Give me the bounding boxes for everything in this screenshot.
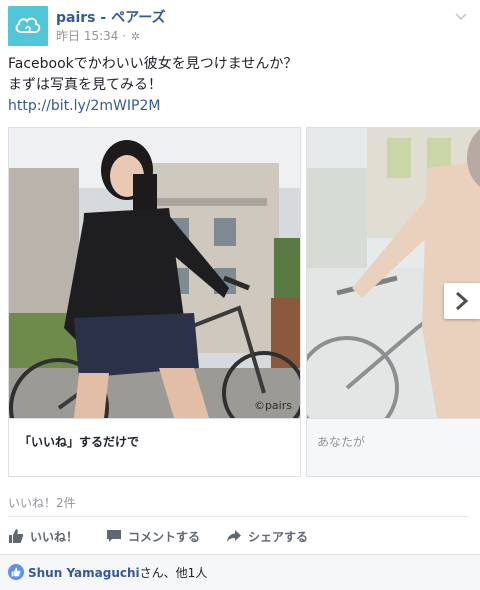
share-label: シェアする bbox=[248, 529, 309, 544]
comment-label: コメントする bbox=[128, 529, 201, 544]
reactions-rest: さん、他1人 bbox=[139, 566, 208, 580]
carousel-card[interactable]: ©pairs 「いいね」するだけで bbox=[8, 127, 301, 477]
page-avatar[interactable] bbox=[8, 6, 48, 46]
comment-button[interactable]: コメントする bbox=[106, 522, 200, 550]
reactions-footer: Shun Yamaguchiさん、他1人 bbox=[0, 554, 480, 590]
action-bar: いいね！ コメントする シェアする bbox=[8, 522, 468, 550]
gear-globe-icon: ✲ bbox=[130, 30, 141, 43]
like-reaction-icon bbox=[8, 564, 24, 580]
card-image[interactable]: ©pairs bbox=[9, 128, 300, 418]
likes-count[interactable]: いいね！2件 bbox=[8, 494, 76, 511]
like-button[interactable]: いいね！ bbox=[8, 522, 78, 550]
chevron-right-icon bbox=[456, 291, 469, 311]
thumbs-up-icon bbox=[9, 529, 24, 543]
meta-separator: · bbox=[118, 29, 130, 43]
share-button[interactable]: シェアする bbox=[226, 522, 308, 550]
pairs-logo-icon bbox=[15, 17, 41, 33]
chevron-down-icon[interactable] bbox=[454, 10, 468, 24]
post-text-line: まずは写真を見てみる！ bbox=[8, 77, 162, 93]
carousel: ©pairs 「いいね」するだけで あなたが bbox=[8, 127, 480, 479]
card-image[interactable] bbox=[307, 128, 480, 418]
post-header: pairs - ペアーズ 昨日 15:34 · ✲ bbox=[8, 6, 472, 48]
divider bbox=[8, 516, 468, 517]
post-timestamp[interactable]: 昨日 15:34 bbox=[56, 29, 118, 43]
comment-icon bbox=[107, 530, 121, 542]
post-link[interactable]: http://bit.ly/2mWIP2M bbox=[8, 96, 468, 117]
post-text-line: Facebookでかわいい彼女を見つけませんか？ bbox=[8, 56, 298, 72]
carousel-next-button[interactable] bbox=[444, 283, 480, 319]
reactor-name[interactable]: Shun Yamaguchi bbox=[28, 566, 140, 580]
like-label: いいね！ bbox=[30, 529, 79, 544]
page-name-link[interactable]: pairs - ペアーズ bbox=[56, 7, 166, 27]
share-icon bbox=[227, 530, 241, 542]
card-caption[interactable]: あなたが bbox=[307, 418, 480, 476]
reactions-summary[interactable]: Shun Yamaguchiさん、他1人 bbox=[28, 564, 207, 581]
post-meta: 昨日 15:34 · ✲ bbox=[56, 27, 140, 44]
thumbs-up-icon bbox=[11, 567, 21, 577]
watermark-text: ©pairs bbox=[253, 399, 292, 412]
card-caption[interactable]: 「いいね」するだけで bbox=[9, 418, 300, 476]
card-photo bbox=[307, 128, 480, 418]
card-photo bbox=[9, 128, 300, 418]
post-text: Facebookでかわいい彼女を見つけませんか？ まずは写真を見てみる！ htt… bbox=[8, 54, 468, 117]
